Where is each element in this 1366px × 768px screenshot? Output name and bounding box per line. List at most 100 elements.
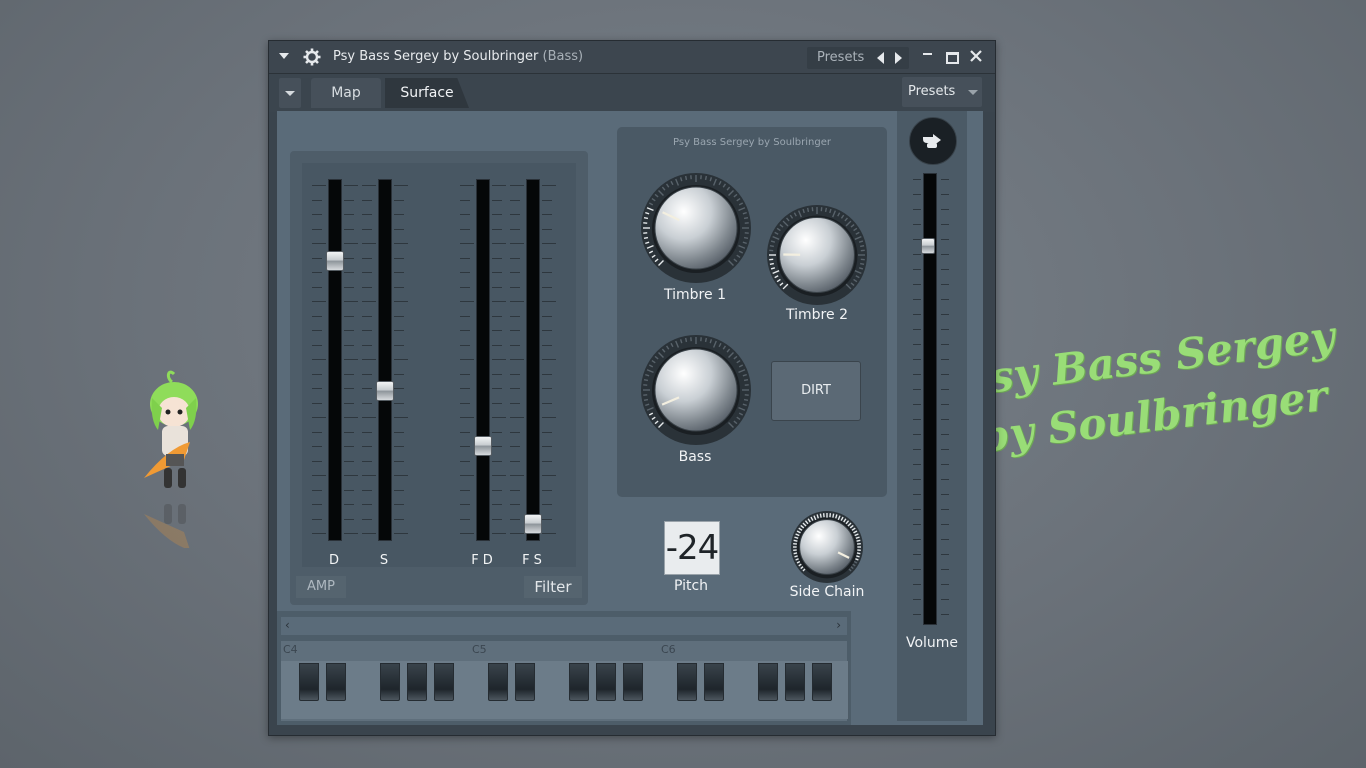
volume-tick: [941, 344, 949, 345]
surface-panel: D S F D F S AMP Filter Psy Bass Sergey by S…: [277, 111, 983, 725]
fader-tick: [312, 518, 322, 520]
fader-tick: [344, 185, 358, 186]
volume-tick: [913, 494, 921, 495]
knob-label: Timbre 2: [786, 307, 848, 323]
fader-tick: [312, 243, 326, 244]
fader-track-d[interactable]: [328, 179, 342, 541]
tab-surface[interactable]: Surface: [385, 78, 469, 108]
fader-tick: [344, 431, 354, 433]
black-key[interactable]: [785, 663, 805, 701]
side-chain-knob[interactable]: [789, 509, 865, 585]
fader-tick: [312, 185, 326, 186]
black-key[interactable]: [434, 663, 454, 701]
volume-fader-handle[interactable]: [921, 238, 935, 255]
dirt-button[interactable]: DIRT: [771, 361, 861, 421]
minimize-icon[interactable]: [923, 53, 932, 55]
titlebar-presets-button[interactable]: Presets: [807, 47, 909, 69]
side-chain-dial[interactable]: [789, 509, 865, 585]
fader-tick: [510, 301, 524, 302]
black-key[interactable]: [407, 663, 427, 701]
fader-tick: [344, 344, 354, 346]
next-preset-icon[interactable]: [895, 52, 902, 64]
close-icon[interactable]: [968, 48, 984, 64]
black-key[interactable]: [758, 663, 778, 701]
knob-timbre-2[interactable]: [765, 203, 869, 311]
octave-label: C4: [283, 643, 298, 656]
fader-handle-fs[interactable]: [524, 514, 542, 535]
pitch-label: Pitch: [673, 578, 709, 594]
volume-hand-button[interactable]: [909, 117, 957, 165]
black-key[interactable]: [596, 663, 616, 701]
fader-tick: [344, 475, 358, 476]
previous-preset-icon[interactable]: [877, 52, 884, 64]
tab-map[interactable]: Map: [311, 78, 381, 108]
fader-track-fs[interactable]: [526, 179, 540, 541]
fader-track-s[interactable]: [378, 179, 392, 541]
amp-filter-panel: D S F D F S AMP Filter: [290, 151, 588, 605]
knob-dial[interactable]: [765, 203, 869, 307]
black-key[interactable]: [380, 663, 400, 701]
black-key[interactable]: [623, 663, 643, 701]
volume-tick: [913, 224, 921, 225]
fader-tick: [510, 431, 520, 433]
fader-handle-d[interactable]: [326, 250, 344, 271]
fader-handle-fd[interactable]: [474, 435, 492, 456]
gear-icon[interactable]: [303, 48, 321, 66]
presets-dropdown[interactable]: Presets: [902, 77, 982, 107]
volume-tick: [941, 404, 949, 405]
fader-tick: [542, 301, 556, 302]
black-key[interactable]: [299, 663, 319, 701]
scroll-right-icon[interactable]: ›: [836, 618, 841, 632]
fader-handle-s[interactable]: [376, 380, 394, 401]
fader-tick: [312, 286, 322, 288]
fader-tick: [460, 388, 470, 389]
fader-tick: [460, 402, 470, 404]
fader-tick: [510, 214, 520, 215]
fader-tick: [344, 446, 354, 447]
volume-tick: [941, 569, 949, 570]
fader-tick: [362, 518, 372, 520]
pitch-display[interactable]: -24: [664, 521, 720, 575]
fader-tick: [344, 373, 354, 375]
black-key[interactable]: [488, 663, 508, 701]
fader-tick: [510, 243, 524, 244]
fader-tick: [344, 518, 354, 520]
black-key[interactable]: [569, 663, 589, 701]
knob-timbre-1[interactable]: [639, 171, 753, 289]
fader-tick: [542, 359, 556, 360]
fader-tick: [362, 533, 376, 534]
keyboard-scrollbar[interactable]: ‹ ›: [281, 617, 847, 635]
window-title: Psy Bass Sergey by Soulbringer (Bass): [333, 49, 583, 64]
fader-tick: [492, 228, 502, 230]
black-key[interactable]: [704, 663, 724, 701]
plugin-options-menu[interactable]: [279, 78, 301, 108]
fader-tick: [362, 330, 372, 331]
fader-track-fd[interactable]: [476, 179, 490, 541]
fader-tick: [542, 446, 552, 447]
fader-tick: [312, 402, 322, 404]
knob-dial[interactable]: [639, 171, 753, 285]
black-key[interactable]: [515, 663, 535, 701]
volume-panel: Volume: [897, 111, 967, 721]
piano-keys[interactable]: C4 C5 C6: [281, 641, 849, 721]
fader-tick: [394, 359, 408, 360]
fader-tick: [460, 518, 470, 520]
maximize-icon[interactable]: [946, 52, 959, 64]
window-menu-arrow-icon[interactable]: [279, 53, 289, 59]
fader-tick: [344, 315, 354, 317]
fader-tick: [362, 257, 372, 259]
fader-tick: [510, 199, 520, 201]
black-key[interactable]: [812, 663, 832, 701]
fader-tick: [542, 286, 552, 288]
fader-tick: [394, 330, 404, 331]
fader-tick: [510, 286, 520, 288]
fader-tick: [492, 431, 502, 433]
black-key[interactable]: [677, 663, 697, 701]
knob-dial[interactable]: [639, 333, 753, 447]
window-title-text: Psy Bass Sergey by Soulbringer: [333, 49, 539, 64]
black-key[interactable]: [326, 663, 346, 701]
fader-tick: [312, 228, 322, 230]
knob-bass[interactable]: [639, 333, 753, 451]
scroll-left-icon[interactable]: ‹: [285, 618, 290, 632]
fader-tick: [394, 185, 408, 186]
